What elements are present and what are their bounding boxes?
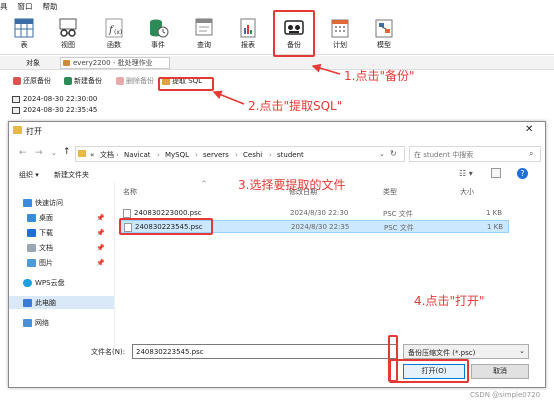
view-options-icon[interactable]: ☷ ▾ <box>459 169 473 178</box>
breadcrumb-navicat[interactable]: Navicat <box>124 149 151 161</box>
nav-downloads[interactable]: 下载 📌 <box>27 228 105 238</box>
file-type: PSC 文件 <box>383 210 413 218</box>
column-name[interactable]: 名称 <box>123 187 137 197</box>
star-icon <box>23 199 32 207</box>
search-icon: ⌕ <box>529 149 534 158</box>
picture-icon <box>27 259 36 267</box>
nav-label: 文档 <box>39 244 53 252</box>
nav-quick-access[interactable]: 快速访问 <box>23 198 63 208</box>
annotation-step4: 4.点击"打开" <box>414 294 485 308</box>
nav-pictures[interactable]: 图片 📌 <box>27 258 105 268</box>
arrow-2 <box>212 90 245 105</box>
pin-icon[interactable]: 📌 <box>96 259 105 267</box>
file-size: 1 KB <box>487 223 504 231</box>
chevron-down-icon: ⌄ <box>519 347 525 355</box>
cancel-button[interactable]: 取消 <box>471 364 529 379</box>
breadcrumb-ceshi[interactable]: Ceshi <box>243 149 262 161</box>
nav-label: 此电脑 <box>35 299 56 307</box>
folder-icon <box>78 150 86 157</box>
annotation-step2: 2.点击"提取SQL" <box>248 99 343 113</box>
sidebar-divider <box>114 182 115 347</box>
nav-label: 桌面 <box>39 214 53 222</box>
breadcrumb-overflow[interactable]: « <box>90 149 94 161</box>
search-input[interactable]: 在 student 中搜索 ⌕ <box>409 146 541 162</box>
forward-icon[interactable]: → <box>35 148 43 158</box>
nav-documents[interactable]: 文档 📌 <box>27 243 105 253</box>
file-date: 2024/8/30 22:35 <box>291 223 350 231</box>
organize-menu[interactable]: 组织 ▾ <box>19 170 39 180</box>
nav-desktop[interactable]: 桌面 📌 <box>27 213 105 223</box>
close-icon[interactable]: ✕ <box>525 124 533 135</box>
sort-icon: ^ <box>201 180 207 188</box>
address-row: ← → ⌄ ↑ « 文档 › Navicat › MySQL › servers… <box>19 146 541 162</box>
open-file-dialog: 打开 ✕ ← → ⌄ ↑ « 文档 › Navicat › MySQL › se… <box>8 121 546 388</box>
nav-wps-cloud[interactable]: WPS云盘 <box>23 278 65 288</box>
breadcrumb-documents[interactable]: 文档 <box>100 149 114 161</box>
column-size[interactable]: 大小 <box>460 187 474 197</box>
nav-label: 网络 <box>35 319 49 327</box>
refresh-icon[interactable]: ↻ <box>390 149 397 158</box>
chevron-down-icon[interactable]: ⌄ <box>379 150 385 158</box>
preview-pane-icon[interactable] <box>491 168 501 178</box>
file-size: 1 KB <box>486 209 503 217</box>
document-icon <box>27 244 36 252</box>
folder-icon <box>13 126 22 134</box>
new-folder-button[interactable]: 新建文件夹 <box>54 170 89 180</box>
filename-input[interactable]: 240830223545.psc <box>132 344 397 359</box>
annotation-step1: 1.点击"备份" <box>344 69 415 83</box>
back-icon[interactable]: ← <box>19 148 27 158</box>
navicat-window: 具 窗口 帮助 表 视图 f (x) 函数 事件 查询 报表 备份 计划 模型 … <box>0 0 554 404</box>
cloud-icon <box>23 279 32 287</box>
file-type: PSC 文件 <box>384 224 414 232</box>
pin-icon[interactable]: 📌 <box>96 214 105 222</box>
dialog-title: 打开 <box>26 127 42 136</box>
highlight-open <box>389 359 469 383</box>
annotation-step3: 3.选择要提取的文件 <box>238 178 346 192</box>
arrow-1 <box>311 63 341 75</box>
watermark: CSDN @simple0720 <box>470 391 541 399</box>
pin-icon[interactable]: 📌 <box>96 244 105 252</box>
nav-network[interactable]: 网络 <box>23 318 49 328</box>
file-date: 2024/8/30 22:30 <box>290 209 349 217</box>
nav-label: WPS云盘 <box>35 279 65 287</box>
highlight-file <box>119 218 213 235</box>
file-name: 240830223000.psc <box>134 209 202 217</box>
nav-label: 快速访问 <box>35 199 63 207</box>
nav-label: 下载 <box>39 229 53 237</box>
filetype-value: 备份压缩文件 (*.psc) <box>408 349 476 357</box>
nav-this-pc[interactable]: 此电脑 <box>23 298 56 308</box>
breadcrumb[interactable]: « 文档 › Navicat › MySQL › servers › Ceshi… <box>75 146 405 162</box>
search-placeholder: 在 student 中搜索 <box>414 151 474 159</box>
network-icon <box>23 319 32 327</box>
computer-icon <box>23 299 32 307</box>
nav-label: 图片 <box>39 259 53 267</box>
column-type[interactable]: 类型 <box>383 187 397 197</box>
recent-dropdown-icon[interactable]: ⌄ <box>51 149 57 157</box>
dialog-titlebar: 打开 ✕ <box>9 122 545 140</box>
breadcrumb-mysql[interactable]: MySQL <box>165 149 189 161</box>
up-icon[interactable]: ↑ <box>63 147 71 157</box>
pin-icon[interactable]: 📌 <box>96 229 105 237</box>
breadcrumb-student[interactable]: student <box>277 149 304 161</box>
help-icon[interactable]: ? <box>517 168 528 179</box>
filetype-select[interactable]: 备份压缩文件 (*.psc) ⌄ <box>403 344 529 359</box>
download-icon <box>27 229 36 237</box>
file-icon <box>123 209 131 218</box>
desktop-icon <box>27 214 36 222</box>
filename-value: 240830223545.psc <box>136 348 204 356</box>
filename-label: 文件名(N): <box>91 348 126 356</box>
breadcrumb-servers[interactable]: servers <box>203 149 229 161</box>
